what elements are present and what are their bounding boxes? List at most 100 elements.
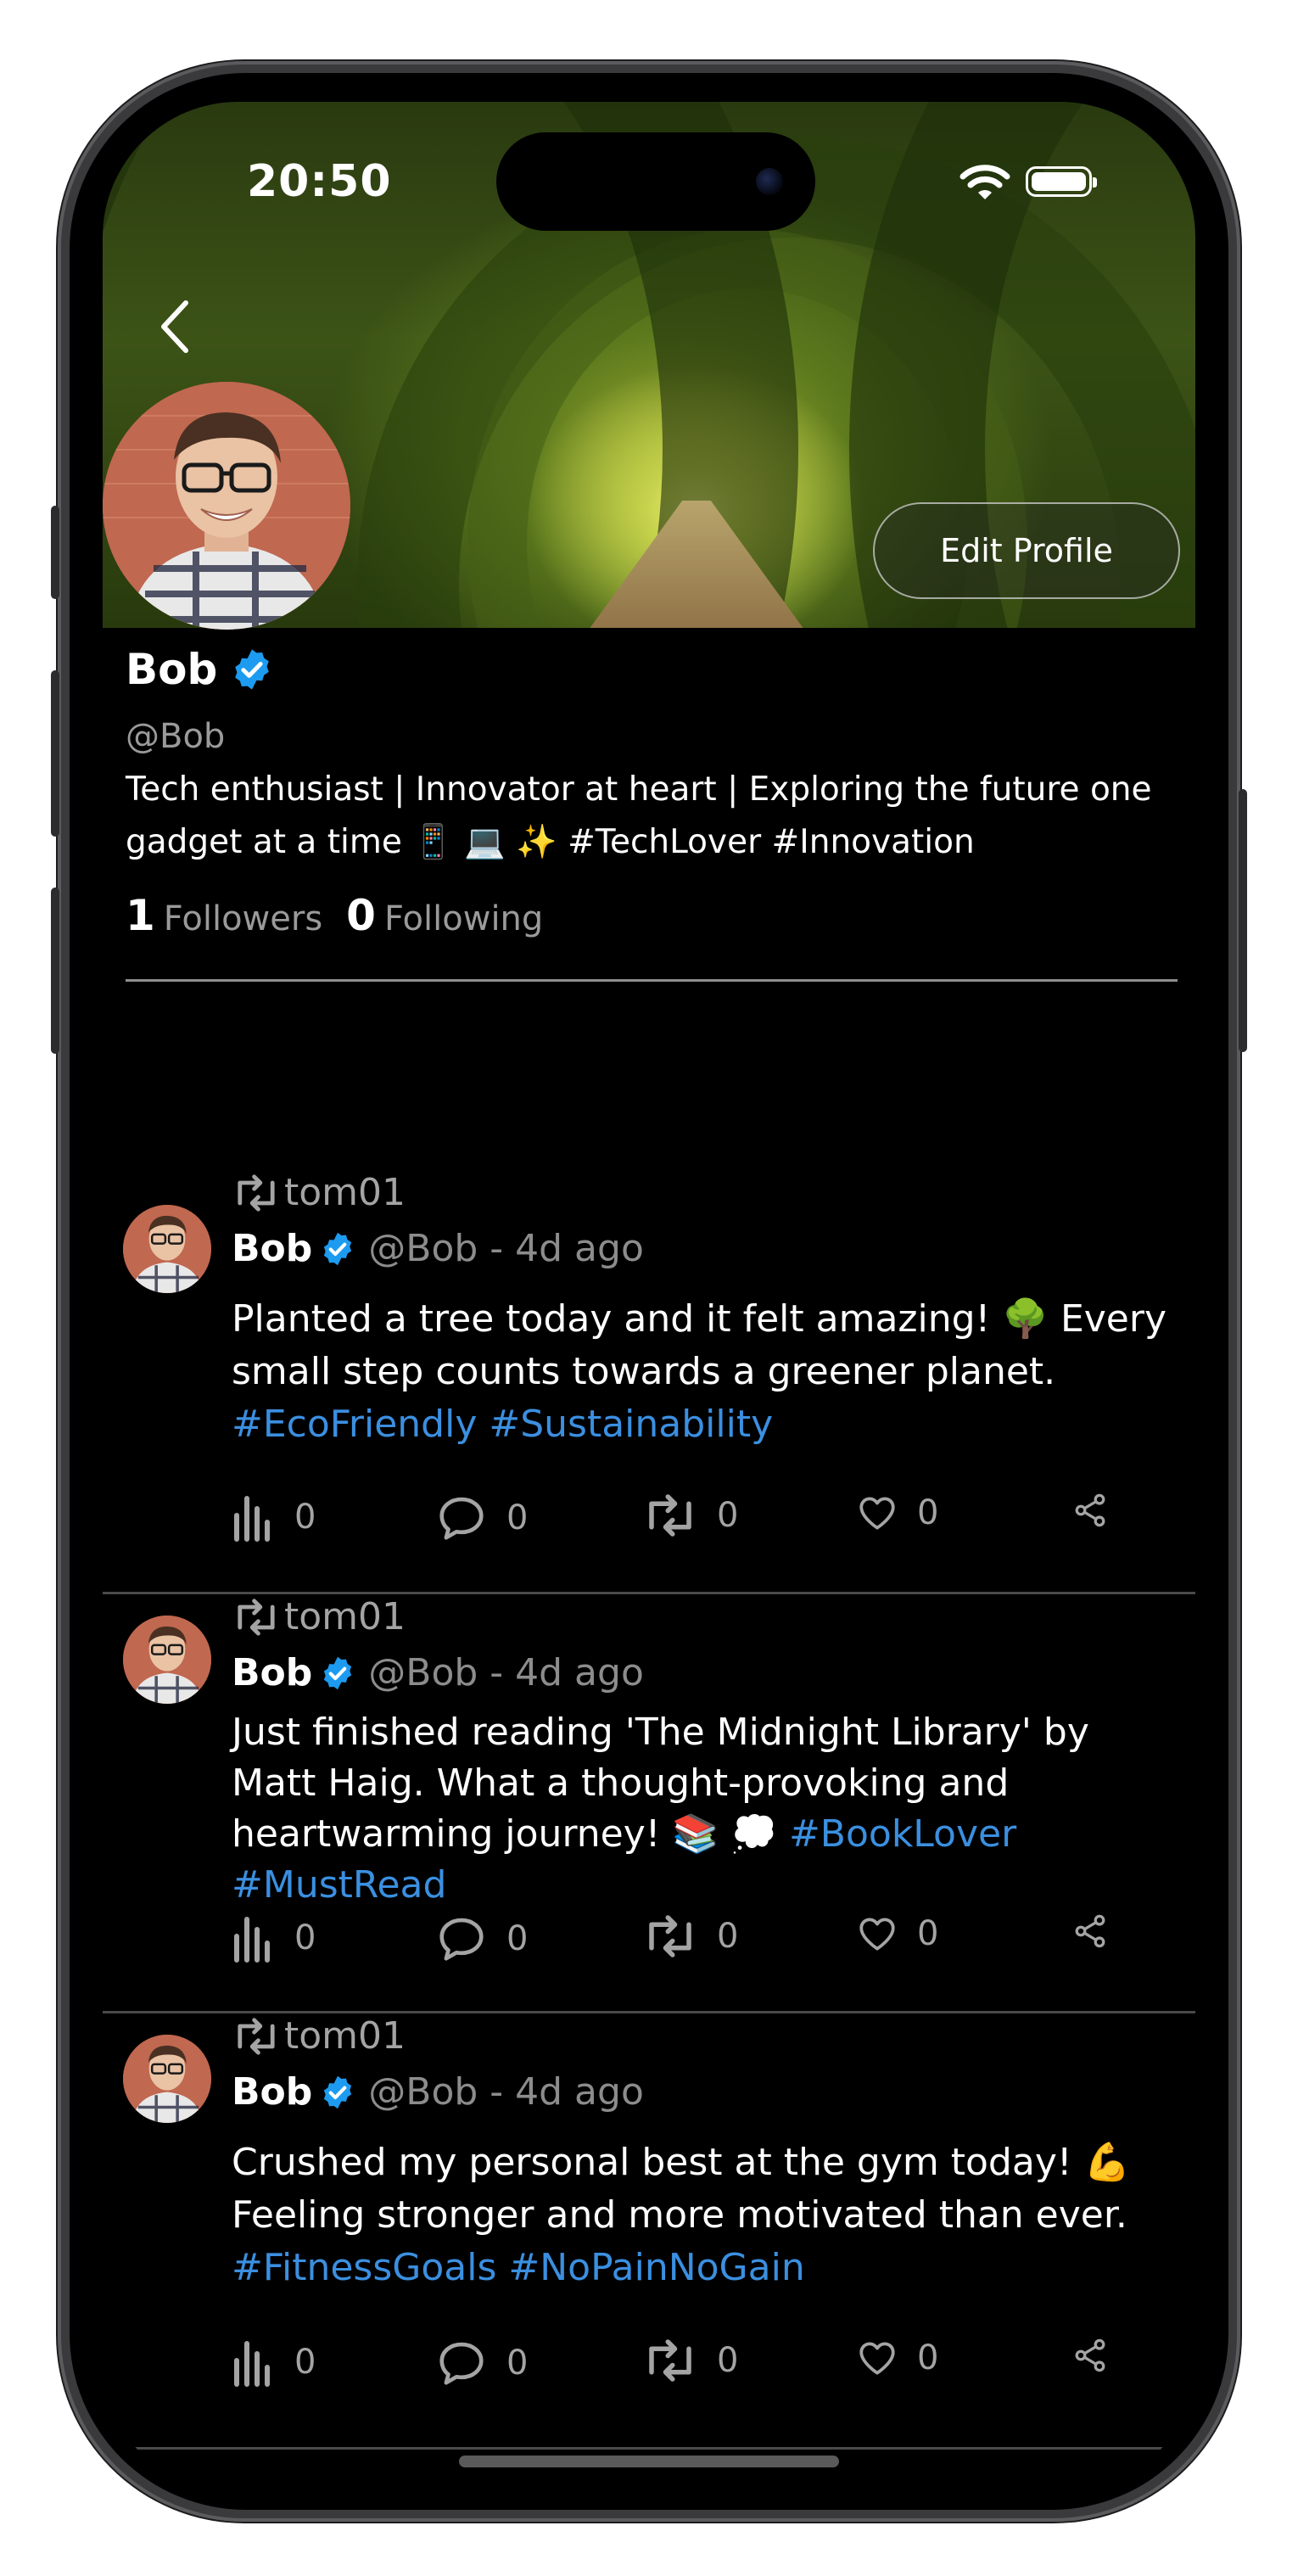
repost-icon bbox=[649, 2339, 691, 2382]
views-count: 0 bbox=[294, 1498, 316, 1537]
post-body: Crushed my personal best at the gym toda… bbox=[232, 2141, 1131, 2237]
back-button[interactable] bbox=[143, 293, 211, 361]
reposted-by[interactable]: tom01 bbox=[284, 1595, 406, 1638]
likes-count: 0 bbox=[917, 1493, 939, 1532]
reposts-count: 0 bbox=[717, 2341, 739, 2380]
post-meta: @Bob - 4d ago bbox=[368, 2070, 644, 2114]
reposts-count: 0 bbox=[717, 1917, 739, 1956]
profile-avatar[interactable] bbox=[103, 382, 350, 630]
post-avatar[interactable] bbox=[123, 1616, 211, 1704]
post-card[interactable]: tom01 Bob @Bob - 4d ago Just finished re… bbox=[103, 1595, 1195, 2019]
comment-icon bbox=[439, 2342, 484, 2385]
post-body: Planted a tree today and it felt amazing… bbox=[232, 1297, 1167, 1393]
comment-button[interactable]: 0 bbox=[435, 2337, 528, 2389]
reposted-by[interactable]: tom01 bbox=[284, 1171, 406, 1214]
comment-icon bbox=[439, 1497, 484, 1540]
chevron-left-icon bbox=[161, 300, 188, 353]
views-button[interactable]: 0 bbox=[232, 1912, 316, 1963]
followers-count[interactable]: 1 bbox=[126, 891, 155, 940]
views-button[interactable]: 0 bbox=[232, 2337, 316, 2388]
profile-handle: @Bob bbox=[126, 717, 226, 756]
post-divider bbox=[103, 2447, 1195, 2450]
follow-stats: 1 Followers 0 Following bbox=[126, 891, 567, 940]
repost-icon bbox=[238, 2017, 275, 2055]
following-label[interactable]: Following bbox=[384, 899, 543, 938]
repost-icon bbox=[238, 1598, 275, 1636]
avatar-photo bbox=[103, 382, 350, 630]
post-avatar[interactable] bbox=[123, 2035, 211, 2123]
comments-count: 0 bbox=[506, 1498, 529, 1537]
bar-chart-icon bbox=[234, 1917, 270, 1963]
volume-down-button bbox=[51, 888, 59, 1054]
post-hashtags[interactable]: #FitnessGoals #NoPainNoGain bbox=[232, 2246, 805, 2289]
post-hashtags[interactable]: #EcoFriendly #Sustainability bbox=[232, 1403, 773, 1446]
post-actions: 0 0 0 0 bbox=[232, 1492, 1165, 1551]
reposted-by[interactable]: tom01 bbox=[284, 2014, 406, 2058]
camera-icon bbox=[756, 168, 783, 195]
bar-chart-icon bbox=[234, 1496, 270, 1542]
post-avatar[interactable] bbox=[123, 1205, 211, 1293]
share-icon bbox=[1075, 1914, 1105, 1948]
status-time: 20:50 bbox=[247, 156, 392, 207]
home-indicator[interactable] bbox=[459, 2456, 839, 2467]
post-author-row: Bob @Bob - 4d ago bbox=[232, 2070, 644, 2114]
repost-icon bbox=[649, 1915, 691, 1957]
post-meta: @Bob - 4d ago bbox=[368, 1227, 644, 1270]
verified-badge-icon bbox=[324, 2075, 352, 2108]
post-meta: @Bob - 4d ago bbox=[368, 1651, 644, 1694]
share-button[interactable] bbox=[1071, 2337, 1109, 2374]
avatar-photo bbox=[123, 1205, 211, 1293]
share-button[interactable] bbox=[1071, 1912, 1109, 1950]
verified-badge-icon bbox=[324, 1232, 352, 1265]
action-button bbox=[51, 506, 59, 599]
wifi-icon bbox=[960, 165, 1010, 199]
heart-icon bbox=[859, 2342, 895, 2375]
post-author-name[interactable]: Bob bbox=[232, 2070, 312, 2114]
post-text: Just finished reading 'The Midnight Libr… bbox=[232, 1707, 1182, 1911]
profile-display-name: Bob bbox=[126, 645, 218, 694]
comments-count: 0 bbox=[506, 1919, 529, 1958]
repost-button[interactable]: 0 bbox=[642, 1912, 738, 1960]
share-icon bbox=[1075, 1493, 1105, 1527]
post-author-name[interactable]: Bob bbox=[232, 1227, 312, 1270]
following-count[interactable]: 0 bbox=[346, 891, 376, 940]
comment-button[interactable]: 0 bbox=[435, 1912, 528, 1965]
repost-indicator: tom01 bbox=[232, 1171, 406, 1214]
verified-badge-icon bbox=[324, 1656, 352, 1689]
post-divider bbox=[103, 1592, 1195, 1594]
repost-button[interactable]: 0 bbox=[642, 1492, 738, 1539]
edit-profile-button[interactable]: Edit Profile bbox=[873, 502, 1180, 599]
power-button bbox=[1239, 789, 1247, 1052]
followers-label[interactable]: Followers bbox=[164, 899, 322, 938]
like-button[interactable]: 0 bbox=[856, 1492, 938, 1534]
verified-badge-icon bbox=[235, 649, 270, 690]
screen: 20:50 Edit Profile Bob @Bob Tech enthusi… bbox=[103, 102, 1195, 2495]
views-count: 0 bbox=[294, 1918, 316, 1957]
share-button[interactable] bbox=[1071, 1492, 1109, 1529]
repost-indicator: tom01 bbox=[232, 1595, 406, 1638]
post-text: Planted a tree today and it felt amazing… bbox=[232, 1293, 1182, 1451]
likes-count: 0 bbox=[917, 1914, 939, 1953]
battery-icon bbox=[1026, 166, 1097, 197]
repost-button[interactable]: 0 bbox=[642, 2337, 738, 2384]
post-actions: 0 0 0 0 bbox=[232, 1912, 1165, 1972]
avatar-photo bbox=[123, 1616, 211, 1704]
like-button[interactable]: 0 bbox=[856, 1912, 938, 1955]
volume-up-button bbox=[51, 670, 59, 837]
views-button[interactable]: 0 bbox=[232, 1492, 316, 1543]
post-author-name[interactable]: Bob bbox=[232, 1651, 312, 1694]
reposts-count: 0 bbox=[717, 1496, 739, 1535]
like-button[interactable]: 0 bbox=[856, 2337, 938, 2379]
profile-name-row: Bob bbox=[126, 645, 275, 694]
post-text: Crushed my personal best at the gym toda… bbox=[232, 2136, 1182, 2294]
views-count: 0 bbox=[294, 2343, 316, 2382]
post-card[interactable]: tom01 Bob @Bob - 4d ago Crushed my perso… bbox=[103, 2014, 1195, 2456]
post-actions: 0 0 0 0 bbox=[232, 2337, 1165, 2396]
comment-button[interactable]: 0 bbox=[435, 1492, 528, 1544]
share-icon bbox=[1075, 2338, 1105, 2372]
post-author-row: Bob @Bob - 4d ago bbox=[232, 1227, 644, 1270]
repost-icon bbox=[238, 1173, 275, 1212]
profile-bio: Tech enthusiast | Innovator at heart | E… bbox=[126, 770, 1152, 861]
heart-icon bbox=[859, 1918, 895, 1951]
heart-icon bbox=[859, 1497, 895, 1530]
